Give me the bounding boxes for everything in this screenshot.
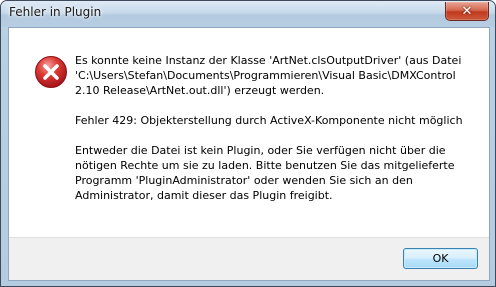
ok-button[interactable]: OK bbox=[403, 248, 478, 269]
dialog-window: Fehler in Plugin ✕ Es konnte keine Insta… bbox=[0, 0, 496, 287]
message-line: 'C:\Users\Stefan\Documents\Programmieren… bbox=[75, 69, 456, 82]
hint-line: Entweder die Datei ist kein Plugin, oder… bbox=[75, 144, 446, 157]
title-bar[interactable]: Fehler in Plugin ✕ bbox=[1, 1, 495, 27]
hint-line: Programm 'PluginAdministrator' oder wend… bbox=[75, 174, 413, 187]
hint-line: nötigen Rechte um sie zu laden. Bitte be… bbox=[75, 159, 455, 172]
close-icon: ✕ bbox=[461, 3, 473, 19]
window-title: Fehler in Plugin bbox=[9, 5, 102, 19]
message-line: Es konnte keine Instanz der Klasse 'ArtN… bbox=[75, 54, 462, 67]
dialog-content: Es konnte keine Instanz der Klasse 'ArtN… bbox=[8, 27, 490, 281]
error-icon bbox=[35, 56, 67, 88]
close-button[interactable]: ✕ bbox=[445, 2, 489, 21]
button-bar: OK bbox=[9, 237, 489, 280]
message-line: 2.10 Release\ArtNet.out.dll') erzeugt we… bbox=[75, 84, 325, 97]
message-text: Es konnte keine Instanz der Klasse 'ArtN… bbox=[75, 53, 479, 203]
hint-line: Administrator, damit dieser das Plugin f… bbox=[75, 189, 333, 202]
error-code-line: Fehler 429: Objekterstellung durch Activ… bbox=[75, 114, 463, 127]
